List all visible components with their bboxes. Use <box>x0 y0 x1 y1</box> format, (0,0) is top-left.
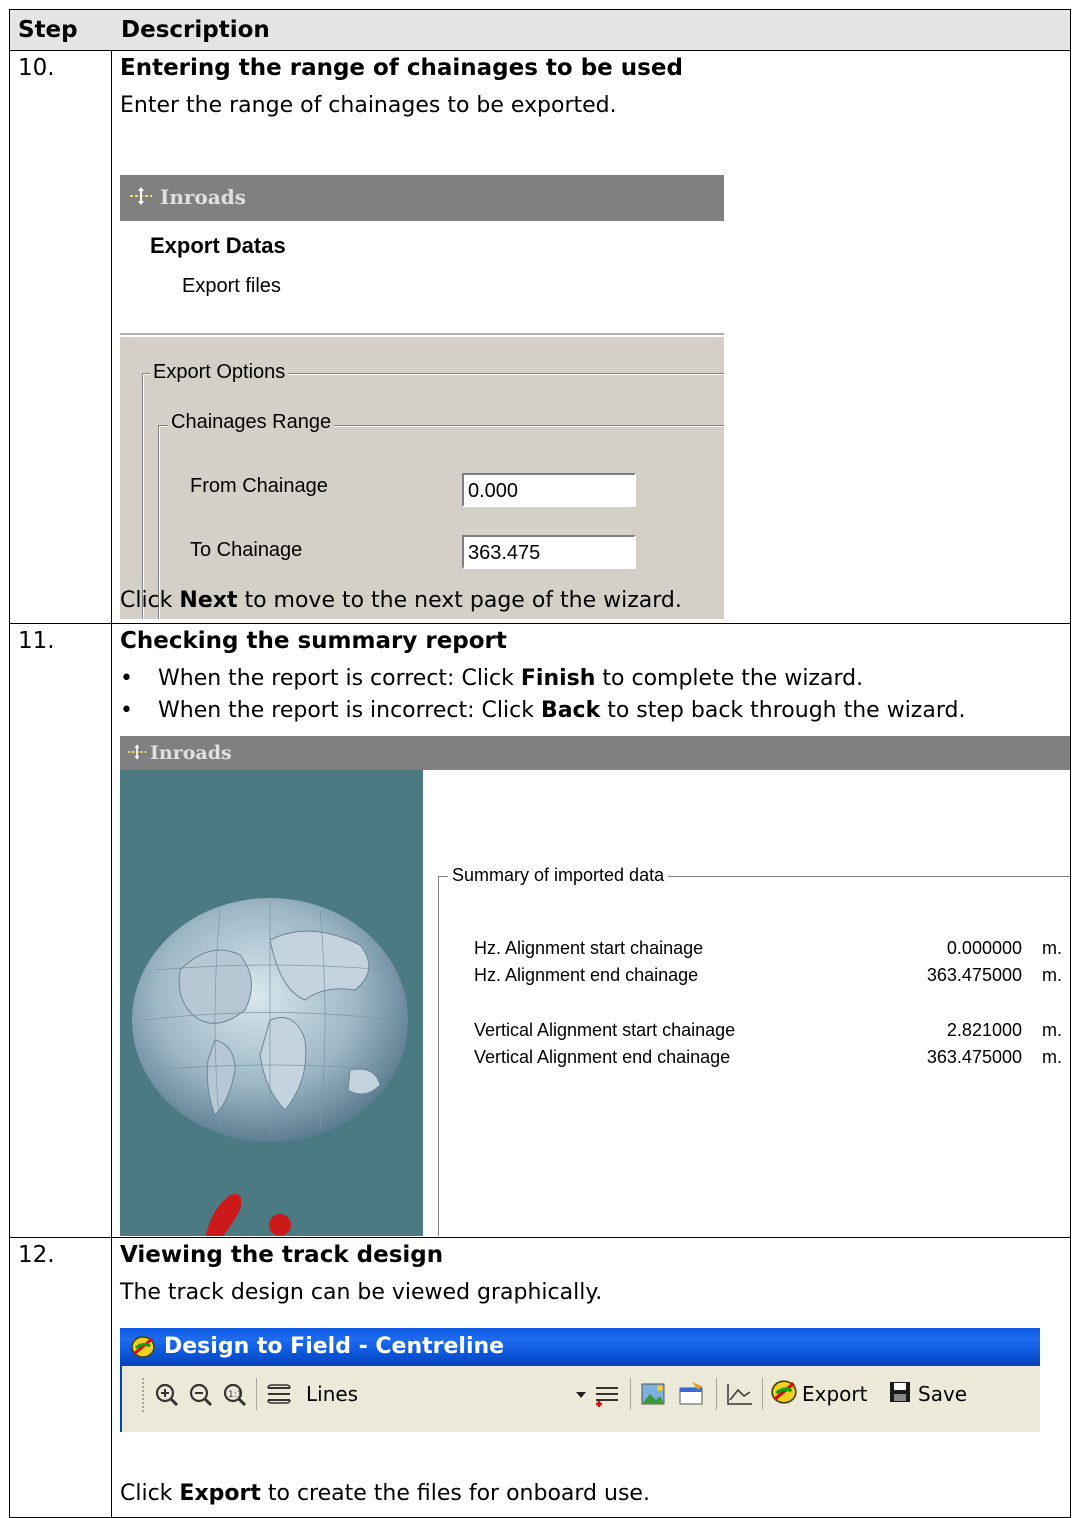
window-title: Design to Field - Centreline <box>164 1334 505 1359</box>
save-icon <box>890 1382 910 1402</box>
step-description: Entering the range of chainages to be us… <box>120 51 1070 624</box>
chainages-range-label: Chainages Range <box>168 411 335 434</box>
summary-entry-unit: m. <box>1042 938 1062 958</box>
to-chainage-field[interactable]: 363.475 <box>462 535 636 569</box>
inroads-export-dialog: Inroads Export Datas Export files Export… <box>120 175 724 619</box>
layer-combo-value: Lines <box>306 1382 359 1406</box>
outro-text: Click <box>120 1481 180 1506</box>
svg-text:1:1: 1:1 <box>228 1390 242 1400</box>
step-intro: Enter the range of chainages to be expor… <box>120 93 617 118</box>
design-to-field-app-icon <box>131 1336 155 1358</box>
bullet-text: to complete the wizard. <box>595 666 864 691</box>
header-step: Step <box>18 17 78 43</box>
image-icon[interactable] <box>638 1376 670 1414</box>
step-description: Viewing the track design The track desig… <box>120 1238 1070 1518</box>
from-chainage-label: From Chainage <box>190 475 328 497</box>
step-number: 11. <box>18 628 55 654</box>
window-title: Inroads <box>160 185 246 209</box>
summary-entry-value: 2.821000 <box>946 1020 1022 1040</box>
outro-text: to move to the next page of the wizard. <box>237 588 682 613</box>
export-keyword: Export <box>179 1481 261 1506</box>
summary-entry-unit: m. <box>1042 965 1062 985</box>
export-button[interactable]: Export <box>770 1376 880 1414</box>
zoom-extents-icon[interactable]: 1:1 <box>220 1376 250 1414</box>
header-description: Description <box>121 17 270 43</box>
summary-entry-label: Hz. Alignment end chainage <box>474 965 699 985</box>
summary-label: Summary of imported data <box>448 865 669 886</box>
outro-text: to create the files for onboard use. <box>260 1481 650 1506</box>
summary-entry-label: Hz. Alignment start chainage <box>474 938 704 958</box>
export-icon <box>771 1380 797 1404</box>
next-keyword: Next <box>179 588 238 613</box>
step-intro: The track design can be viewed graphical… <box>120 1280 603 1305</box>
zoom-in-icon[interactable] <box>152 1376 182 1414</box>
toolbar-grip[interactable] <box>142 1378 146 1412</box>
save-button[interactable]: Save <box>888 1376 988 1414</box>
profile-icon[interactable] <box>724 1376 756 1414</box>
table-row: 10. Entering the range of chainages to b… <box>10 50 1070 624</box>
globe-graphic <box>132 898 408 1236</box>
summary-entry-unit: m. <box>1042 1020 1062 1040</box>
table-header: Step Description <box>10 10 1070 51</box>
design-to-field-window: Design to Field - Centreline 1:1 Lines E… <box>120 1328 1040 1440</box>
step-outro: Click Next to move to the next page of t… <box>120 588 682 613</box>
step-number: 10. <box>18 55 55 81</box>
wizard-heading: Export Datas <box>150 233 286 258</box>
table-row: 11. Checking the summary report • When t… <box>10 623 1070 1238</box>
summary-entry-value: 363.475000 <box>926 1047 1022 1067</box>
toolbar-separator <box>716 1378 717 1410</box>
layers-icon[interactable] <box>264 1376 294 1414</box>
window-title: Inroads <box>150 742 232 764</box>
save-label: Save <box>918 1382 968 1406</box>
to-chainage-label: To Chainage <box>190 539 303 561</box>
summary-entry-label: Vertical Alignment start chainage <box>474 1020 736 1040</box>
bullet-text: to step back through the wizard. <box>600 698 966 723</box>
summary-entry-value: 363.475000 <box>926 965 1022 985</box>
layer-add-icon[interactable] <box>592 1376 622 1414</box>
bullet-text: When the report is correct: Click <box>158 666 521 691</box>
wizard-globe-image <box>120 770 423 1236</box>
summary-entry-unit: m. <box>1042 1047 1062 1067</box>
steps-table: Step Description 10. Entering the range … <box>9 9 1071 1518</box>
wizard-body: Export Options Chainages Range From Chai… <box>120 335 724 619</box>
wizard-subheading: Export files <box>182 275 281 297</box>
chevron-down-icon[interactable] <box>574 1376 588 1414</box>
toolbar: 1:1 Lines Export Save <box>120 1366 1040 1432</box>
inroads-summary-dialog: Inroads Summary of imported data Hz. Ali… <box>120 736 1070 1236</box>
bullet-dot: • <box>120 698 133 723</box>
step-description: Checking the summary report • When the r… <box>120 624 1070 1238</box>
toolbar-separator <box>256 1378 257 1410</box>
dialog-titlebar: Inroads <box>120 736 1070 770</box>
divider <box>120 335 724 337</box>
toolbar-separator <box>630 1378 631 1410</box>
logo-fragment <box>205 1194 242 1236</box>
back-keyword: Back <box>540 698 601 723</box>
bullet-dot: • <box>120 666 133 691</box>
bullet-text: When the report is incorrect: Click <box>158 698 541 723</box>
from-chainage-field[interactable]: 0.000 <box>462 473 636 507</box>
layer-combo[interactable]: Lines <box>298 1374 570 1412</box>
wizard-header: Export Datas Export files <box>120 221 724 335</box>
inroads-app-icon <box>127 744 147 760</box>
step-title: Viewing the track design <box>120 1242 444 1268</box>
step-number: 12. <box>18 1242 55 1268</box>
summary-entry-value: 0.000000 <box>946 938 1022 958</box>
step-outro: Click Export to create the files for onb… <box>120 1481 650 1506</box>
dialog-titlebar: Inroads <box>120 175 724 221</box>
window-titlebar: Design to Field - Centreline <box>120 1328 1040 1366</box>
zoom-out-icon[interactable] <box>186 1376 216 1414</box>
export-options-label: Export Options <box>150 361 289 384</box>
export-label: Export <box>802 1382 868 1406</box>
inroads-app-icon <box>130 187 152 205</box>
step-title: Entering the range of chainages to be us… <box>120 55 683 81</box>
summary-entry-label: Vertical Alignment end chainage <box>474 1047 731 1067</box>
toolbar-separator <box>762 1378 763 1410</box>
step-title: Checking the summary report <box>120 628 507 654</box>
outro-text: Click <box>120 588 180 613</box>
properties-icon[interactable] <box>676 1376 708 1414</box>
table-row: 12. Viewing the track design The track d… <box>10 1237 1070 1518</box>
finish-keyword: Finish <box>520 666 596 691</box>
